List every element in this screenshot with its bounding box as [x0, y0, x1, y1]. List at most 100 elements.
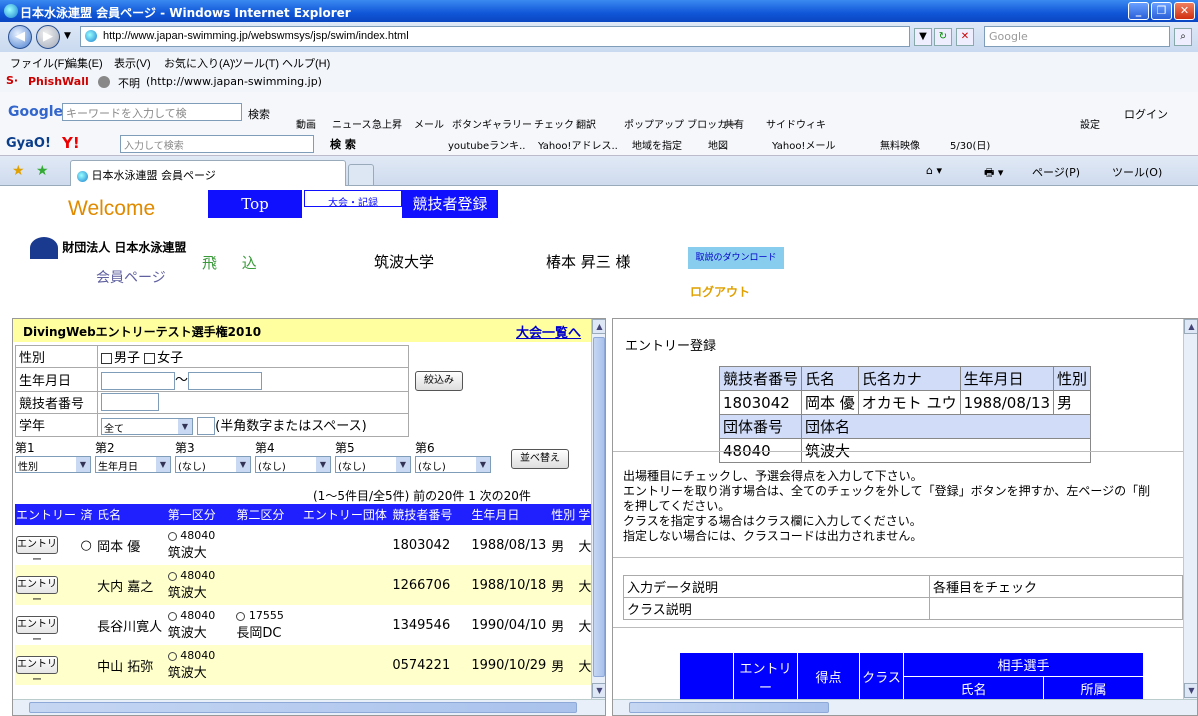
- entry-button[interactable]: エントリー: [16, 656, 58, 686]
- toolbar-popup[interactable]: ポップアップ ブロッカー: [624, 116, 737, 131]
- link-calendar[interactable]: 5/30(日): [950, 137, 990, 152]
- history-dropdown-icon[interactable]: ▼: [64, 31, 71, 41]
- url-dropdown-icon[interactable]: ▼: [914, 28, 932, 46]
- stop-icon[interactable]: ✕: [956, 28, 974, 46]
- gyao-logo[interactable]: GyaO!: [6, 136, 51, 151]
- menu-favorites[interactable]: お気に入り(A): [164, 55, 234, 71]
- competition-list-link[interactable]: 大会一覧へ: [516, 322, 581, 341]
- toolbar-login[interactable]: ログイン: [1124, 106, 1168, 122]
- entry-button[interactable]: エントリー: [16, 576, 58, 606]
- forward-button[interactable]: ▶: [36, 25, 60, 49]
- div2-radio[interactable]: [236, 611, 246, 621]
- column-header: 性別: [551, 508, 576, 522]
- left-vertical-scrollbar[interactable]: ▲ ▼: [591, 319, 605, 699]
- toolbar-trend[interactable]: 急上昇: [372, 116, 402, 131]
- yahoo-icon[interactable]: Y!: [62, 134, 80, 152]
- div1-radio[interactable]: [167, 651, 177, 661]
- toolbar-mail[interactable]: メール: [414, 116, 444, 131]
- sort-select-2[interactable]: 生年月日 ▼: [95, 456, 171, 473]
- toolbar-gallery[interactable]: ボタンギャラリー: [452, 116, 532, 131]
- google-search-button[interactable]: 検索: [248, 106, 270, 122]
- dob-to-input[interactable]: [188, 371, 263, 390]
- sort-select-3[interactable]: (なし) ▼: [175, 456, 251, 473]
- link-free-video[interactable]: 無料映像: [880, 137, 920, 152]
- div1-radio[interactable]: [167, 571, 177, 581]
- url-input[interactable]: http://www.japan-swimming.jp/webswmsys/j…: [80, 26, 910, 47]
- div1-radio[interactable]: [167, 611, 177, 621]
- toolbar-news[interactable]: ニュース: [332, 116, 372, 131]
- right-vertical-scrollbar[interactable]: ▲ ▼: [1183, 319, 1197, 699]
- h-scroll-thumb[interactable]: [629, 702, 829, 713]
- nav-top[interactable]: Top: [208, 190, 302, 218]
- dob-from-input[interactable]: [101, 371, 175, 390]
- page-menu[interactable]: ページ(P): [1032, 164, 1080, 180]
- male-checkbox[interactable]: [101, 353, 112, 364]
- tools-menu[interactable]: ツール(O): [1112, 164, 1162, 180]
- nav-competition[interactable]: 大会・記録: [304, 190, 402, 209]
- favorites-star-icon[interactable]: ★: [12, 163, 25, 179]
- search-input[interactable]: Google: [984, 26, 1170, 47]
- menu-file[interactable]: ファイル(F): [10, 55, 68, 71]
- entry-button[interactable]: エントリー: [16, 536, 58, 566]
- filter-button[interactable]: 絞込み: [415, 371, 463, 391]
- athlete-sex: 男: [551, 539, 565, 555]
- print-icon[interactable]: 🖶 ▾: [984, 164, 1003, 183]
- gyao-search-button[interactable]: 検 索: [330, 136, 356, 152]
- add-favorites-icon[interactable]: ★: [36, 163, 49, 179]
- logout-button[interactable]: ログアウト: [690, 283, 750, 300]
- link-region[interactable]: 地域を指定: [632, 137, 682, 152]
- sort-select-1[interactable]: 性別 ▼: [15, 456, 91, 473]
- chevron-down-icon: ▼: [476, 457, 490, 472]
- sort-label: 第5: [335, 441, 355, 455]
- maximize-button[interactable]: ❐: [1151, 2, 1172, 20]
- menu-view[interactable]: 表示(V): [114, 55, 151, 71]
- menu-edit[interactable]: 編集(E): [66, 55, 103, 71]
- left-horizontal-scrollbar[interactable]: [13, 699, 605, 715]
- home-icon[interactable]: ⌂ ▾: [926, 164, 942, 177]
- toolbar-check[interactable]: チェック: [534, 116, 574, 131]
- download-manual-button[interactable]: 取説のダウンロード: [688, 247, 784, 269]
- link-yahoo-address[interactable]: Yahoo!アドレス..: [538, 137, 618, 152]
- entry-button[interactable]: エントリー: [16, 616, 58, 646]
- toolbar-video[interactable]: 動画: [296, 116, 316, 131]
- tab-current[interactable]: 日本水泳連盟 会員ページ: [70, 160, 346, 186]
- grade-select[interactable]: 全て ▼: [101, 417, 193, 435]
- new-tab-button[interactable]: [348, 164, 374, 186]
- toolbar-sidewiki[interactable]: サイドウィキ: [766, 116, 826, 131]
- refresh-icon[interactable]: ↻: [934, 28, 952, 46]
- toolbar-translate[interactable]: 翻訳: [576, 116, 596, 131]
- h-scroll-thumb[interactable]: [29, 702, 577, 713]
- female-checkbox[interactable]: [144, 353, 156, 364]
- scroll-up-arrow[interactable]: ▲: [592, 319, 605, 334]
- phishwall-label[interactable]: PhishWall: [28, 75, 89, 88]
- menu-help[interactable]: ヘルプ(H): [282, 55, 330, 71]
- sort-button[interactable]: 並べ替え: [511, 449, 569, 469]
- sort-select-6[interactable]: (なし) ▼: [415, 456, 491, 473]
- athlete-info-header: 性別: [1053, 366, 1092, 391]
- scroll-thumb[interactable]: [593, 337, 605, 677]
- menu-tools[interactable]: ツール(T): [232, 55, 279, 71]
- toolbar-settings[interactable]: 設定: [1080, 116, 1100, 131]
- search-icon[interactable]: ⌕: [1174, 28, 1192, 46]
- google-search-input[interactable]: キーワードを入力して検: [62, 103, 242, 121]
- right-horizontal-scrollbar[interactable]: [613, 699, 1197, 715]
- sort-select-5[interactable]: (なし) ▼: [335, 456, 411, 473]
- close-button[interactable]: ✕: [1174, 2, 1195, 20]
- phishwall-icon: S·: [6, 74, 19, 87]
- athlete-id-input[interactable]: [101, 393, 159, 411]
- back-button[interactable]: ◀: [8, 25, 32, 49]
- link-map[interactable]: 地図: [708, 137, 728, 152]
- grade-input[interactable]: [197, 417, 216, 435]
- scroll-up-arrow[interactable]: ▲: [1184, 319, 1197, 334]
- link-youtube[interactable]: youtubeランキ..: [448, 137, 526, 152]
- sort-select-4[interactable]: (なし) ▼: [255, 456, 331, 473]
- div1-radio[interactable]: [167, 531, 177, 541]
- toolbar-share[interactable]: 共有: [724, 116, 744, 131]
- link-yahoo-mail[interactable]: Yahoo!メール: [772, 137, 835, 152]
- minimize-button[interactable]: _: [1128, 2, 1149, 20]
- scroll-down-arrow[interactable]: ▼: [1184, 683, 1197, 698]
- gyao-search-input[interactable]: 入力して検索: [120, 135, 314, 153]
- athlete-info-header: 生年月日: [959, 366, 1055, 391]
- nav-registration[interactable]: 競技者登録: [402, 190, 498, 218]
- scroll-down-arrow[interactable]: ▼: [592, 683, 605, 698]
